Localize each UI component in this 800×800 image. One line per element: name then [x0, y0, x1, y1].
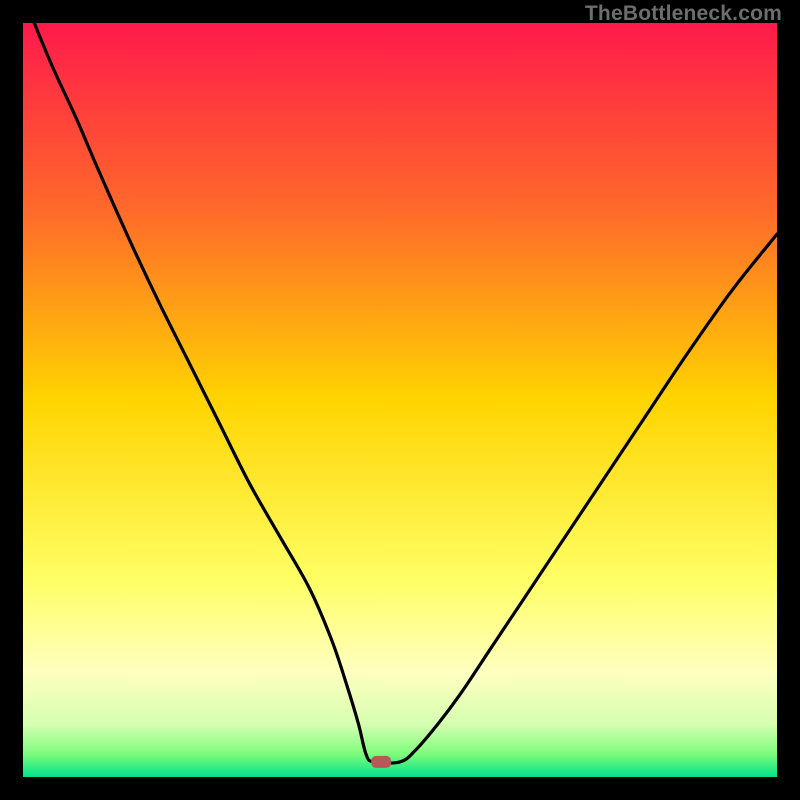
optimal-marker: [371, 756, 391, 768]
watermark-text: TheBottleneck.com: [585, 2, 782, 26]
chart-svg: [23, 23, 777, 777]
chart-frame: TheBottleneck.com: [0, 0, 800, 800]
plot-area: [23, 23, 777, 777]
gradient-background: [23, 23, 777, 777]
